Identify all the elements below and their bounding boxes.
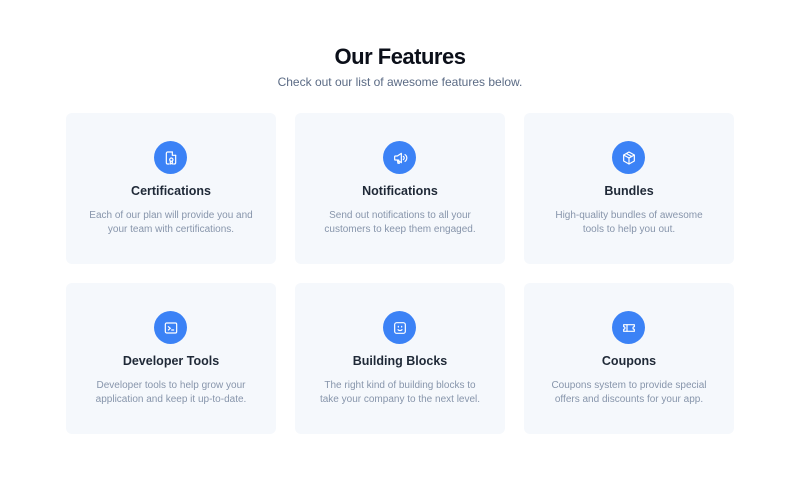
feature-title: Certifications [131,184,211,198]
feature-card-developer-tools: Developer Tools Developer tools to help … [66,283,276,434]
feature-title: Coupons [601,354,657,368]
features-section: Our Features Check out our list of aweso… [0,0,800,480]
feature-description: High-quality bundles of awesome tools to… [555,210,703,235]
feature-card-coupons: Coupons Coupons system to provide specia… [524,283,734,434]
feature-title: Developer Tools [122,354,220,368]
feature-description: Send out notifications to all your custo… [324,210,476,235]
feature-title: Notifications [362,184,438,198]
certificate-icon [154,141,187,174]
feature-title: Bundles [604,184,654,198]
cube-icon [612,141,645,174]
feature-description: The right kind of building blocks to tak… [319,380,481,405]
feature-title: Building Blocks [352,354,448,368]
feature-card-building-blocks: Building Blocks The right kind of buildi… [295,283,505,434]
ticket-icon [612,311,645,344]
face-icon [383,311,416,344]
megaphone-icon [383,141,416,174]
page-subtitle: Check out our list of awesome features b… [277,75,523,89]
feature-card-notifications: Notifications Send out notifications to … [295,113,505,264]
feature-description: Each of our plan will provide you and yo… [89,210,253,235]
feature-card-bundles: Bundles High-quality bundles of awesome … [524,113,734,264]
features-grid: Certifications Each of our plan will pro… [66,113,734,434]
terminal-icon [154,311,187,344]
feature-card-certifications: Certifications Each of our plan will pro… [66,113,276,264]
page-title: Our Features [334,44,466,69]
feature-description: Coupons system to provide special offers… [551,380,707,405]
feature-description: Developer tools to help grow your applic… [95,380,247,405]
